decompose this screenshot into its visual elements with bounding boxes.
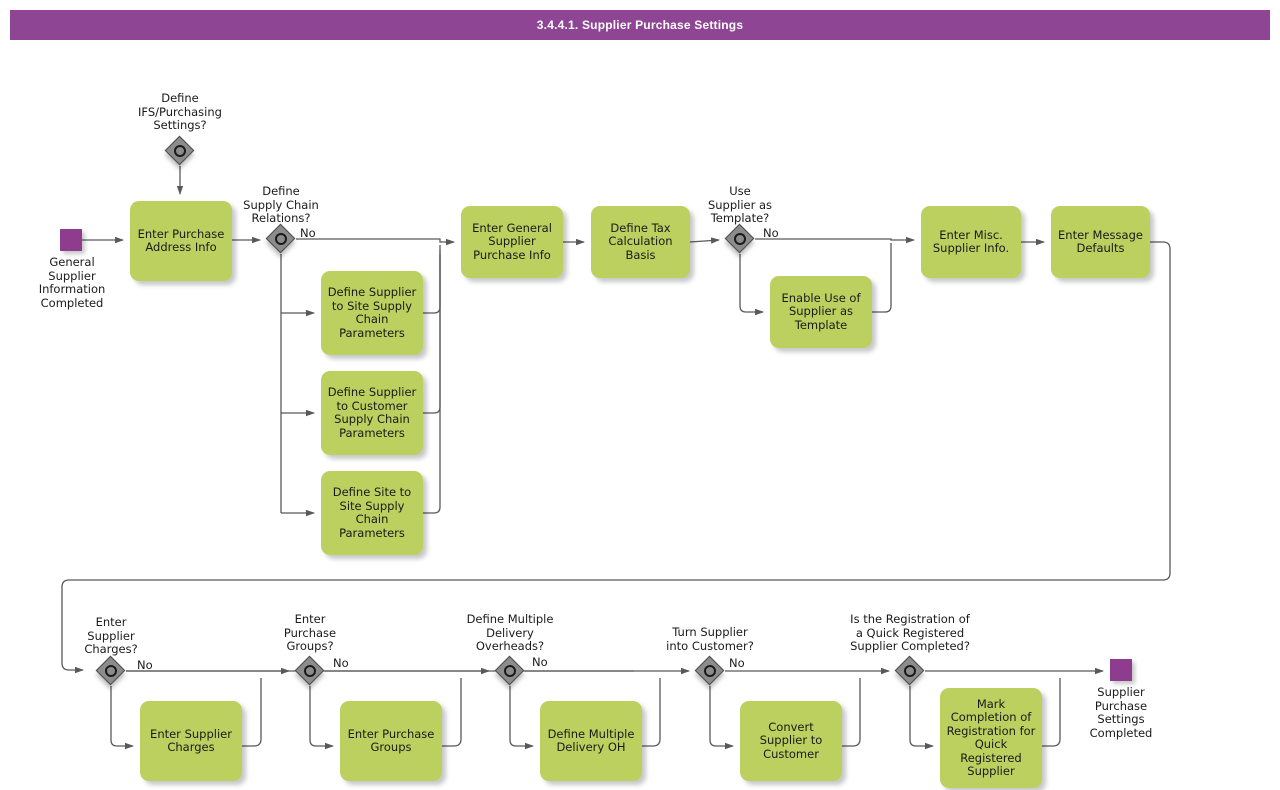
merge-site — [423, 245, 441, 314]
gateway-define-ifs-purchasing-settings[interactable] — [164, 135, 195, 166]
start-event-general-supplier-information-completed[interactable] — [60, 229, 82, 251]
task-enter-supplier-charges[interactable]: Enter Supplier Charges — [140, 701, 242, 781]
gateway-label-define-ifs-purchasing-settings: Define IFS/Purchasing Settings? — [138, 91, 222, 132]
flow-label-supplier-charges-no: No — [137, 658, 153, 672]
flow-tax-to-tplgw — [689, 237, 720, 244]
flow-chargesgw-yes — [110, 686, 134, 750]
flow-deliverygw-yes — [509, 686, 534, 750]
page-title-bar: 3.4.4.1. Supplier Purchase Settings — [10, 10, 1270, 40]
task-enter-general-supplier-purchase-info[interactable]: Enter General Supplier Purchase Info — [461, 206, 563, 278]
gateway-ring-icon — [275, 233, 287, 245]
gateway-label-turn-supplier-into-customer: Turn Supplier into Customer? — [666, 625, 754, 653]
start-event-label: General Supplier Information Completed — [38, 255, 106, 310]
gateway-ring-icon — [904, 665, 916, 677]
gateway-is-registration-of-quick-registered-supplier-completed[interactable] — [894, 655, 925, 686]
gateway-ring-icon — [704, 665, 716, 677]
gateway-enter-purchase-groups[interactable] — [294, 655, 325, 686]
flow-label-supply-chain-no: No — [300, 226, 316, 240]
end-event-supplier-purchase-settings-completed[interactable] — [1110, 659, 1132, 681]
flow-wraparound — [61, 241, 1171, 674]
merge-convert-customer — [842, 678, 861, 747]
gateway-ring-icon — [734, 233, 746, 245]
task-mark-completion-of-registration-for-quick-registered-supplier[interactable]: Mark Completion of Registration for Quic… — [940, 688, 1042, 788]
gateway-define-supply-chain-relations[interactable] — [265, 223, 296, 254]
flow-groupsgw-yes — [309, 686, 334, 750]
end-event-label: Supplier Purchase Settings Completed — [1089, 685, 1153, 740]
merge-purchase-groups — [442, 678, 462, 747]
task-define-site-to-site-supply-chain-parameters[interactable]: Define Site to Site Supply Chain Paramet… — [321, 471, 423, 555]
gateway-label-quick-registration: Is the Registration of a Quick Registere… — [850, 612, 970, 653]
merge-enable-template — [872, 243, 892, 313]
merge-multiple-delivery — [642, 678, 661, 747]
merge-quick-registration — [1042, 678, 1061, 747]
gateway-label-define-supply-chain-relations: Define Supply Chain Relations? — [243, 184, 319, 225]
flow-label-template-no: No — [763, 226, 779, 240]
task-enter-purchase-address-info[interactable]: Enter Purchase Address Info — [130, 201, 232, 281]
task-enter-message-defaults[interactable]: Enter Message Defaults — [1051, 206, 1150, 278]
gateway-ring-icon — [105, 665, 117, 677]
flow-quickgw-yes — [909, 686, 934, 750]
gateway-ring-icon — [304, 665, 316, 677]
task-enable-use-of-supplier-as-template[interactable]: Enable Use of Supplier as Template — [770, 276, 872, 348]
flow-label-multiple-delivery-no: No — [532, 655, 548, 669]
merge-customer — [423, 250, 441, 414]
flow-label-turn-customer-no: No — [729, 656, 745, 670]
flow-label-purchase-groups-no: No — [333, 656, 349, 670]
page-title: 3.4.4.1. Supplier Purchase Settings — [536, 18, 744, 32]
gateway-label-enter-supplier-charges: Enter Supplier Charges? — [84, 615, 138, 656]
gateway-label-use-supplier-as-template: Use Supplier as Template? — [707, 184, 773, 225]
task-convert-supplier-to-customer[interactable]: Convert Supplier to Customer — [740, 701, 842, 781]
gateway-ring-icon — [174, 145, 186, 157]
flow-tplgw-to-enable — [739, 254, 764, 316]
task-define-supplier-to-customer-supply-chain-parameters[interactable]: Define Supplier to Customer Supply Chain… — [321, 371, 423, 455]
gateway-ring-icon — [504, 665, 516, 677]
task-enter-misc-supplier-info[interactable]: Enter Misc. Supplier Info. — [921, 206, 1021, 278]
task-define-multiple-delivery-oh[interactable]: Define Multiple Delivery OH — [540, 701, 642, 781]
task-define-tax-calculation-basis[interactable]: Define Tax Calculation Basis — [591, 206, 690, 278]
gateway-enter-supplier-charges[interactable] — [95, 655, 126, 686]
task-enter-purchase-groups[interactable]: Enter Purchase Groups — [340, 701, 442, 781]
flow-customergw-yes — [709, 686, 734, 750]
task-define-supplier-to-site-supply-chain-parameters[interactable]: Define Supplier to Site Supply Chain Par… — [321, 271, 423, 355]
gateway-label-define-multiple-delivery-overheads: Define Multiple Delivery Overheads? — [466, 612, 554, 653]
gateway-turn-supplier-into-customer[interactable] — [694, 655, 725, 686]
gateway-define-multiple-delivery-overheads[interactable] — [494, 655, 525, 686]
gateway-label-enter-purchase-groups: Enter Purchase Groups? — [283, 612, 337, 653]
merge-sitesite — [423, 255, 441, 514]
gateway-use-supplier-as-template[interactable] — [724, 223, 755, 254]
merge-supplier-charges — [242, 678, 262, 747]
